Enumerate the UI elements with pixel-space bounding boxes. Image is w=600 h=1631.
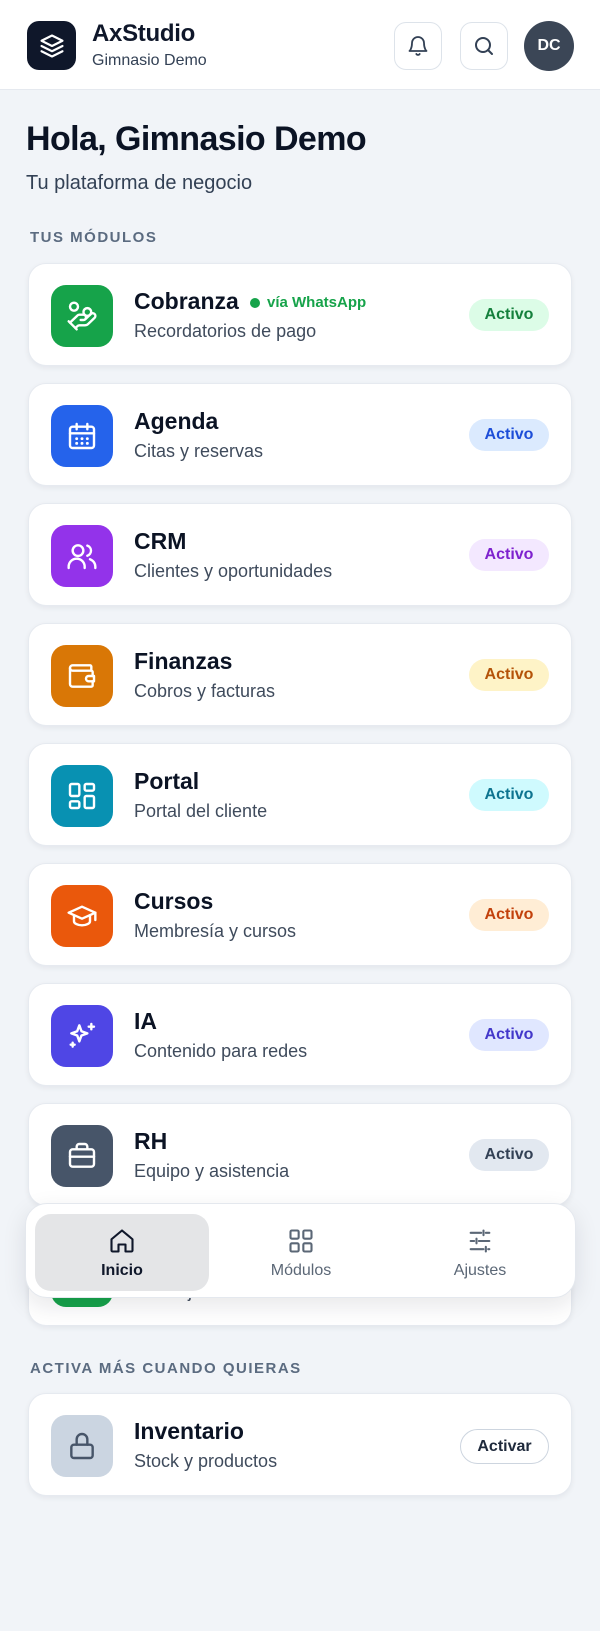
status-badge: Activo [469,899,549,931]
grid-icon [289,1229,313,1253]
user-avatar[interactable]: DC [524,21,574,71]
search-icon [475,37,493,55]
module-description: Clientes y oportunidades [134,561,333,581]
section-label-activate-more: ACTIVA MÁS CUANDO QUIERAS [30,1360,302,1377]
status-dot-icon [250,297,260,308]
module-icon [51,285,113,347]
lock-icon [70,1432,94,1460]
layout-dashboard-icon [68,782,96,810]
status-badge: Activo [469,299,549,331]
status-badge: Activo [469,419,549,451]
status-badge: Activo [469,1019,549,1051]
module-description: Membresía y cursos [134,921,297,941]
nav-icon [286,1226,316,1256]
briefcase-icon [68,1142,96,1168]
module-name: RH [134,1128,168,1154]
users-icon [67,544,97,570]
module-name: Finanzas [134,648,233,674]
module-icon [51,885,113,947]
module-name: Inventario [134,1418,244,1444]
module-card-cursos[interactable]: Cursos Membresía y cursos Activo [28,863,572,966]
module-icon [51,765,113,827]
nav-label: Módulos [270,1262,332,1279]
module-icon [51,1415,113,1477]
module-icon [51,405,113,467]
bell-icon [408,36,428,56]
module-icon [51,645,113,707]
whatsapp-tag-label: vía WhatsApp [267,294,367,311]
module-name: Cursos [134,888,214,914]
module-name: Cobranza [134,288,239,314]
hand-coins-icon [67,301,97,331]
wallet-icon [68,664,96,688]
module-name: Portal [134,768,200,794]
module-description: Cobros y facturas [134,681,276,701]
module-icon [51,1125,113,1187]
module-description: Citas y reservas [134,441,264,461]
nav-label: Inicio [101,1262,143,1279]
module-card-finanzas[interactable]: Finanzas Cobros y facturas Activo [28,623,572,726]
layers-icon [39,33,64,58]
module-icon [51,1005,113,1067]
module-name: CRM [134,528,187,554]
nav-item-inicio[interactable]: Inicio [35,1214,209,1291]
module-icon [51,525,113,587]
search-button[interactable] [460,22,508,70]
activate-button[interactable]: Activar [460,1429,549,1464]
status-badge: Activo [469,779,549,811]
nav-icon [107,1226,137,1256]
nav-item-ajustes[interactable]: Ajustes [393,1214,567,1291]
module-description: Contenido para redes [134,1041,308,1061]
status-badge: Activo [469,539,549,571]
module-description: Recordatorios de pago [134,321,317,341]
module-description: Stock y productos [134,1451,278,1471]
app-title: AxStudio [92,20,195,47]
business-name: Gimnasio Demo [92,52,207,69]
sparkles-icon [69,1022,96,1048]
notifications-button[interactable] [394,22,442,70]
module-description: Portal del cliente [134,801,268,821]
bottom-navigation: Inicio Módulos Ajustes [25,1203,576,1298]
section-label-my-modules: TUS MÓDULOS [30,229,158,246]
module-name: Agenda [134,408,219,434]
module-card-portal[interactable]: Portal Portal del cliente Activo [28,743,572,846]
page-title: Hola, Gimnasio Demo [26,120,367,158]
module-card-ia[interactable]: IA Contenido para redes Activo [28,983,572,1086]
app-logo[interactable] [27,21,76,70]
module-description: Equipo y asistencia [134,1161,290,1181]
nav-icon [465,1226,495,1256]
module-card-cobranza[interactable]: Cobranza vía WhatsApp Recordatorios de p… [28,263,572,366]
top-app-bar: AxStudio Gimnasio Demo DC [0,0,600,90]
whatsapp-tag: vía WhatsApp [250,294,366,311]
status-badge: Activo [469,1139,549,1171]
sliders-icon [469,1229,491,1253]
status-badge: Activo [469,659,549,691]
nav-label: Ajustes [453,1262,507,1279]
home-icon [110,1229,134,1253]
module-card-crm[interactable]: CRM Clientes y oportunidades Activo [28,503,572,606]
nav-item-modulos[interactable]: Módulos [214,1214,388,1291]
page-subtitle: Tu plataforma de negocio [26,172,253,194]
graduation-cap-icon [67,905,97,927]
module-card-inventario[interactable]: Inventario Stock y productos Activar [28,1393,572,1496]
calendar-icon [68,422,96,450]
module-card-rh[interactable]: RH Equipo y asistencia Activo [28,1103,572,1206]
module-name: IA [134,1008,157,1034]
module-card-agenda[interactable]: Agenda Citas y reservas Activo [28,383,572,486]
